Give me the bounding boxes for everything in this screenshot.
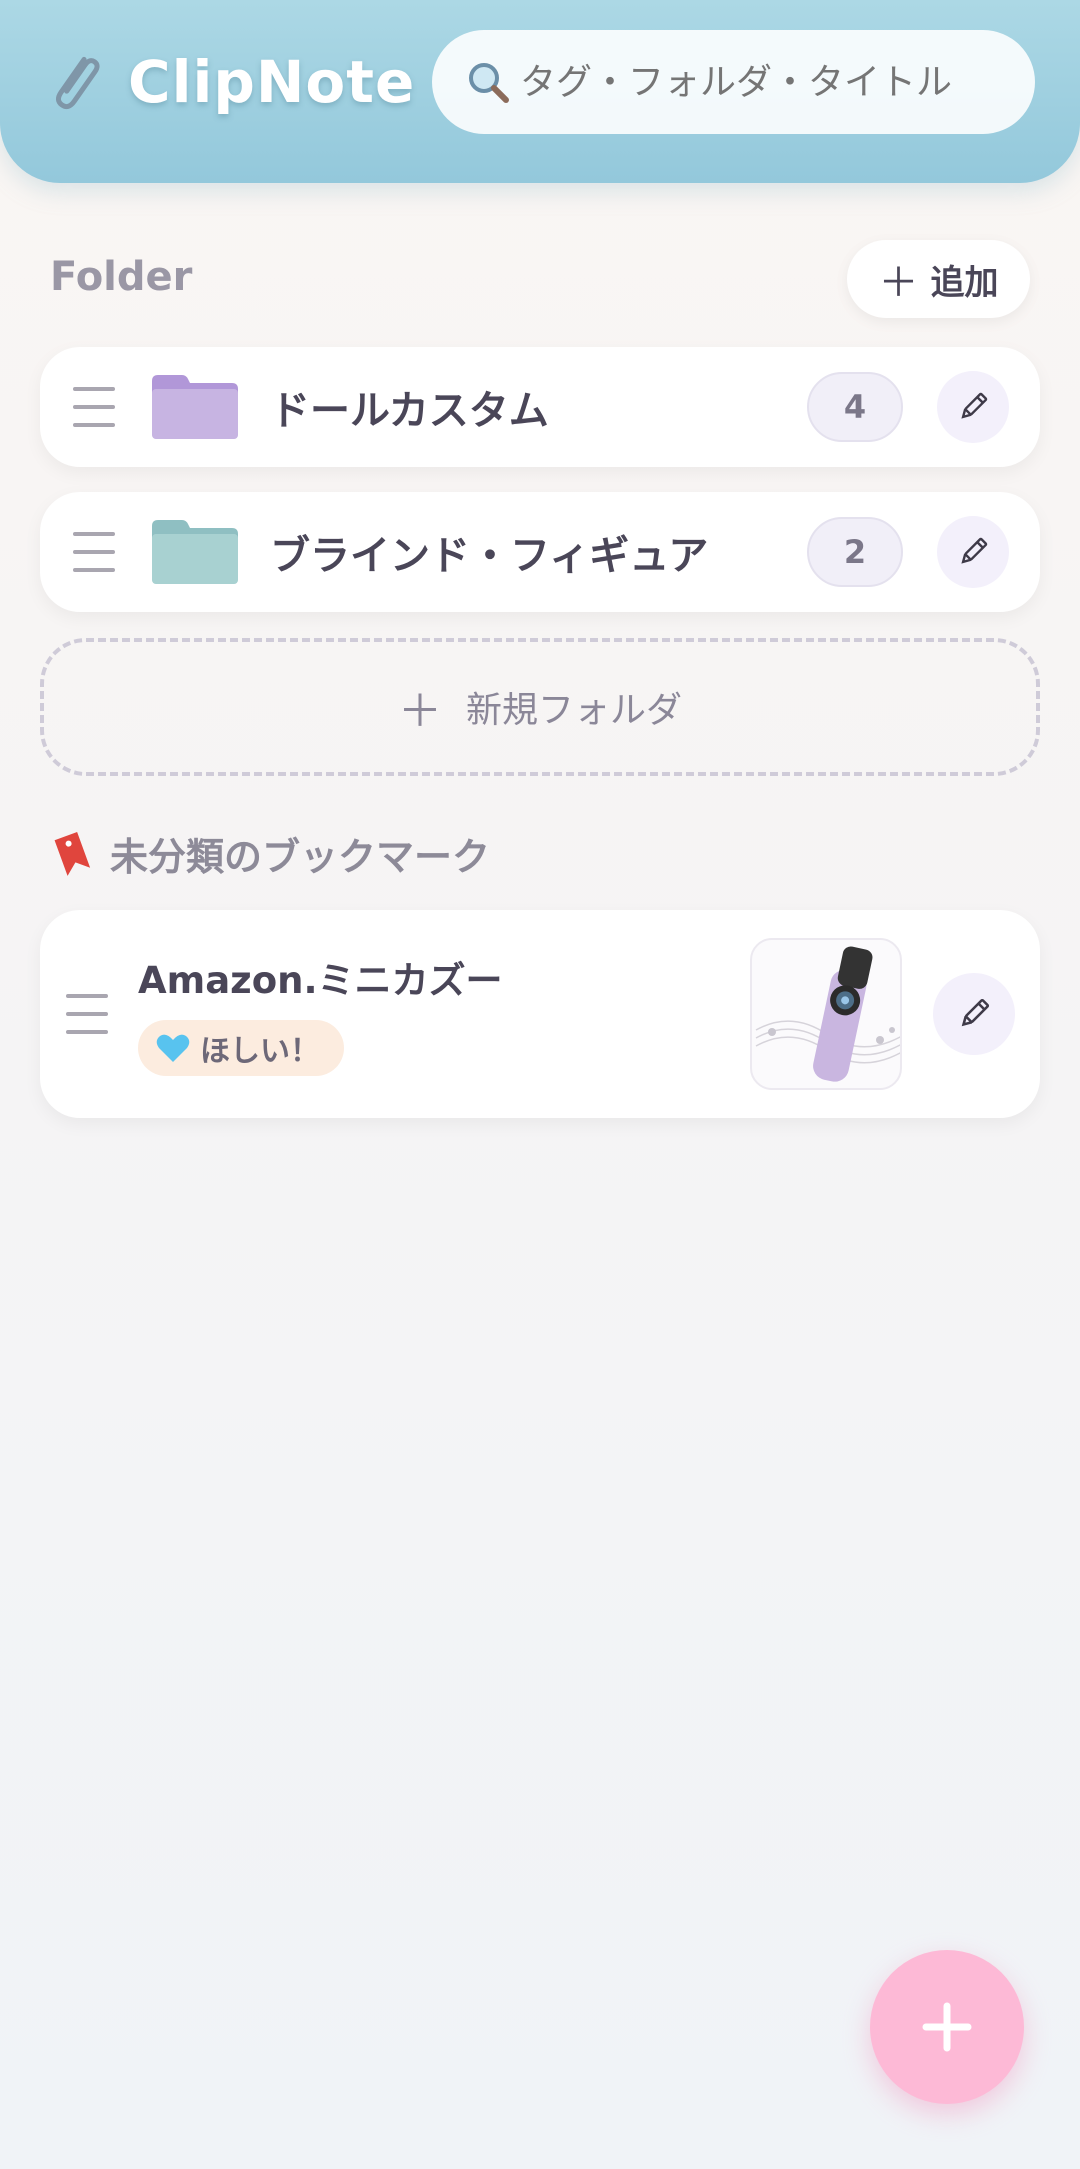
folder-item[interactable]: ドールカスタム 4: [40, 347, 1040, 467]
pencil-icon: [961, 537, 988, 564]
paperclip-icon: [40, 44, 116, 120]
folder-count-badge: 4: [807, 372, 903, 442]
new-folder-label: 新規フォルダ: [465, 690, 682, 731]
drag-handle-icon[interactable]: [73, 532, 115, 572]
app-header: ClipNote: [0, 0, 1080, 183]
folder-section-title: Folder: [50, 254, 193, 300]
new-folder-button[interactable]: ＋ 新規フォルダ: [40, 638, 1040, 776]
bookmark-thumbnail: [750, 938, 902, 1090]
pencil-icon: [961, 998, 990, 1027]
search-bar[interactable]: [432, 30, 1035, 134]
bookmark-item[interactable]: Amazon.ミニカズー ほしい！: [40, 910, 1040, 1118]
app-logo: ClipNote: [40, 42, 415, 122]
plus-icon: ＋: [397, 686, 442, 737]
search-input[interactable]: [520, 61, 1000, 103]
folder-item[interactable]: ブラインド・フィギュア 2: [40, 492, 1040, 612]
edit-folder-button[interactable]: [937, 516, 1009, 588]
search-icon: [469, 63, 509, 103]
tag-chip[interactable]: ほしい！: [138, 1020, 344, 1076]
app-title: ClipNote: [128, 48, 416, 116]
add-folder-label: 追加: [930, 262, 999, 303]
tag-label: ほしい！: [200, 1034, 320, 1069]
drag-handle-icon[interactable]: [73, 387, 115, 427]
plus-icon: ＋: [878, 260, 919, 306]
bookmark-icon: [54, 831, 91, 876]
uncategorized-title-text: 未分類のブックマーク: [110, 834, 491, 879]
uncategorized-section-title: 未分類のブックマーク: [50, 826, 490, 880]
folder-count-badge: 2: [807, 517, 903, 587]
folder-icon: [152, 375, 238, 439]
folder-name: ドールカスタム: [270, 388, 549, 434]
drag-handle-icon[interactable]: [66, 994, 108, 1034]
folder-name: ブラインド・フィギュア: [270, 533, 709, 579]
folder-icon: [152, 520, 238, 584]
plus-icon: [922, 2002, 972, 2052]
add-bookmark-fab[interactable]: [870, 1950, 1024, 2104]
bookmark-title: Amazon.ミニカズー: [138, 959, 503, 1002]
blue-heart-icon: [156, 1034, 190, 1062]
edit-folder-button[interactable]: [937, 371, 1009, 443]
pencil-icon: [961, 392, 988, 419]
add-folder-button[interactable]: ＋ 追加: [847, 240, 1030, 318]
edit-bookmark-button[interactable]: [933, 973, 1015, 1055]
